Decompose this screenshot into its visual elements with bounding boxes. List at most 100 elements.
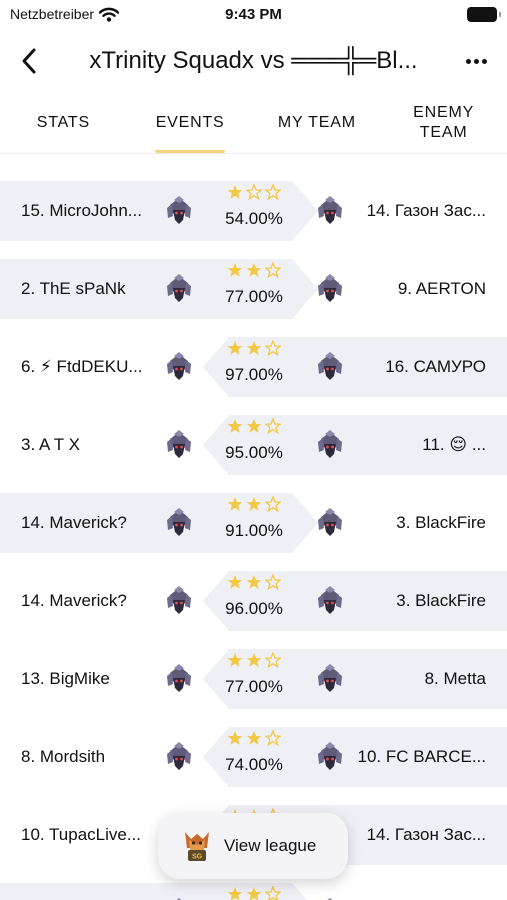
hero-avatar-icon xyxy=(167,508,191,536)
left-player-name: 15. MicroJohn... xyxy=(21,201,142,220)
star-filled-icon xyxy=(246,341,262,355)
event-row[interactable]: 13. BigMike 77.00% 8. Metta xyxy=(0,623,507,709)
win-percent: 54.00% xyxy=(225,209,283,228)
left-player-name: 10. TupacLive... xyxy=(21,825,142,844)
left-player-name: 6. ⚡ FtdDEKU... xyxy=(21,357,143,376)
right-player-name: 11. 😌 ... xyxy=(422,435,486,454)
hero-avatar-icon xyxy=(167,586,191,614)
battery-icon xyxy=(467,7,501,22)
star-outline-icon xyxy=(246,184,262,200)
tab-label: ENEMY TEAM xyxy=(413,103,475,141)
league-badge-text: SG xyxy=(192,854,203,861)
status-bar: Netzbetreiber 9:43 PM xyxy=(0,0,507,30)
star-filled-icon xyxy=(246,497,262,511)
league-badge-icon: SG xyxy=(185,832,209,861)
tab-events[interactable]: EVENTS xyxy=(127,92,254,153)
hero-avatar-icon xyxy=(318,352,342,380)
hero-avatar-icon xyxy=(167,196,191,224)
rating-stars xyxy=(224,340,284,360)
more-dot-icon xyxy=(473,58,479,64)
rating-stars xyxy=(224,418,284,438)
event-row[interactable]: 8. Mordsith 74.00% 10. FC BARCE... xyxy=(0,701,507,787)
event-row[interactable]: 15. MicroJohn... 54.00% 14. Газон Зас... xyxy=(0,155,507,241)
tab-bar: STATS EVENTS MY TEAM ENEMY TEAM xyxy=(0,92,507,154)
hero-avatar-icon xyxy=(167,430,191,458)
star-outline-icon xyxy=(265,262,281,278)
event-row[interactable]: 6. ⚡ FtdDEKU... 97.00% 16. САМУРО xyxy=(0,311,507,397)
right-player-name: 3. BlackFire xyxy=(396,513,486,532)
rating-stars xyxy=(224,262,284,282)
tab-label: MY TEAM xyxy=(277,113,356,131)
right-player-name: 16. САМУРО xyxy=(385,357,486,376)
hero-avatar-icon xyxy=(318,742,342,770)
star-outline-icon xyxy=(265,340,281,356)
win-percent: 96.00% xyxy=(225,599,283,618)
rating-stars xyxy=(224,184,284,204)
back-button[interactable] xyxy=(14,44,44,78)
hero-avatar-icon xyxy=(318,586,342,614)
view-league-button[interactable]: SG View league xyxy=(158,813,348,879)
star-filled-icon xyxy=(227,185,243,199)
hero-avatar-icon xyxy=(167,742,191,770)
right-player-name: 14. Газон Зас... xyxy=(366,825,486,844)
right-player-name: 10. FC BARCE... xyxy=(357,747,486,766)
left-player-name: 8. Mordsith xyxy=(21,747,106,766)
left-player-name: 2. ThE sPaNk xyxy=(21,279,126,298)
more-options-button[interactable] xyxy=(459,44,493,78)
win-percent: 77.00% xyxy=(225,287,283,306)
star-filled-icon xyxy=(246,263,262,277)
left-player-name: 14. Maverick? xyxy=(21,513,127,532)
left-player-name: 13. BigMike xyxy=(21,669,110,688)
hero-avatar-icon xyxy=(318,196,342,224)
win-percent: 91.00% xyxy=(225,521,283,540)
tab-label: STATS xyxy=(36,113,90,131)
star-filled-icon xyxy=(227,341,243,355)
star-filled-icon xyxy=(227,263,243,277)
event-row[interactable]: 14. Maverick? 96.00% 3. BlackFire xyxy=(0,545,507,631)
tab-label: EVENTS xyxy=(155,113,225,131)
rating-stars xyxy=(224,886,284,900)
event-row[interactable]: 2. ThE sPaNk 77.00% 9. AERTON xyxy=(0,233,507,319)
star-outline-icon xyxy=(265,418,281,434)
star-filled-icon xyxy=(227,887,243,900)
page-title: xTrinity Squadx vs ═══╬═Bl... xyxy=(89,47,418,74)
hero-avatar-icon xyxy=(318,430,342,458)
win-percent: 74.00% xyxy=(225,755,283,774)
star-outline-icon xyxy=(265,574,281,590)
tab-my-team[interactable]: MY TEAM xyxy=(254,92,381,153)
star-outline-icon xyxy=(265,184,281,200)
left-player-name: 14. Maverick? xyxy=(21,591,127,610)
star-filled-icon xyxy=(246,419,262,433)
star-outline-icon xyxy=(265,652,281,668)
status-time: 9:43 PM xyxy=(225,6,282,23)
star-filled-icon xyxy=(227,653,243,667)
left-player-name: 3. A T X xyxy=(21,435,80,454)
rating-stars xyxy=(224,652,284,672)
event-row[interactable]: 14. Maverick? 91.00% 3. BlackFire xyxy=(0,467,507,553)
win-percent: 97.00% xyxy=(225,365,283,384)
right-player-name: 14. Газон Зас... xyxy=(366,201,486,220)
star-filled-icon xyxy=(246,887,262,900)
star-filled-icon xyxy=(246,653,262,667)
rating-stars xyxy=(224,496,284,516)
chevron-left-icon xyxy=(22,48,36,74)
win-percent: 95.00% xyxy=(225,443,283,462)
right-player-name: 9. AERTON xyxy=(397,279,486,298)
tab-stats[interactable]: STATS xyxy=(0,92,127,153)
navigation-bar: xTrinity Squadx vs ═══╬═Bl... xyxy=(0,30,507,92)
hero-avatar-icon xyxy=(167,274,191,302)
rating-stars xyxy=(224,730,284,750)
hero-avatar-icon xyxy=(318,508,342,536)
hero-avatar-icon xyxy=(167,352,191,380)
view-league-label: View league xyxy=(224,836,317,855)
rating-stars xyxy=(224,574,284,594)
star-outline-icon xyxy=(265,886,281,900)
right-player-name: 8. Metta xyxy=(424,669,486,688)
tab-enemy-team[interactable]: ENEMY TEAM xyxy=(380,92,507,153)
event-row[interactable]: 3. A T X 95.00% 11. 😌 ... xyxy=(0,389,507,475)
hero-avatar-icon xyxy=(318,274,342,302)
more-dot-icon xyxy=(481,58,487,64)
star-filled-icon xyxy=(227,419,243,433)
right-player-name: 3. BlackFire xyxy=(396,591,486,610)
star-filled-icon xyxy=(227,731,243,745)
